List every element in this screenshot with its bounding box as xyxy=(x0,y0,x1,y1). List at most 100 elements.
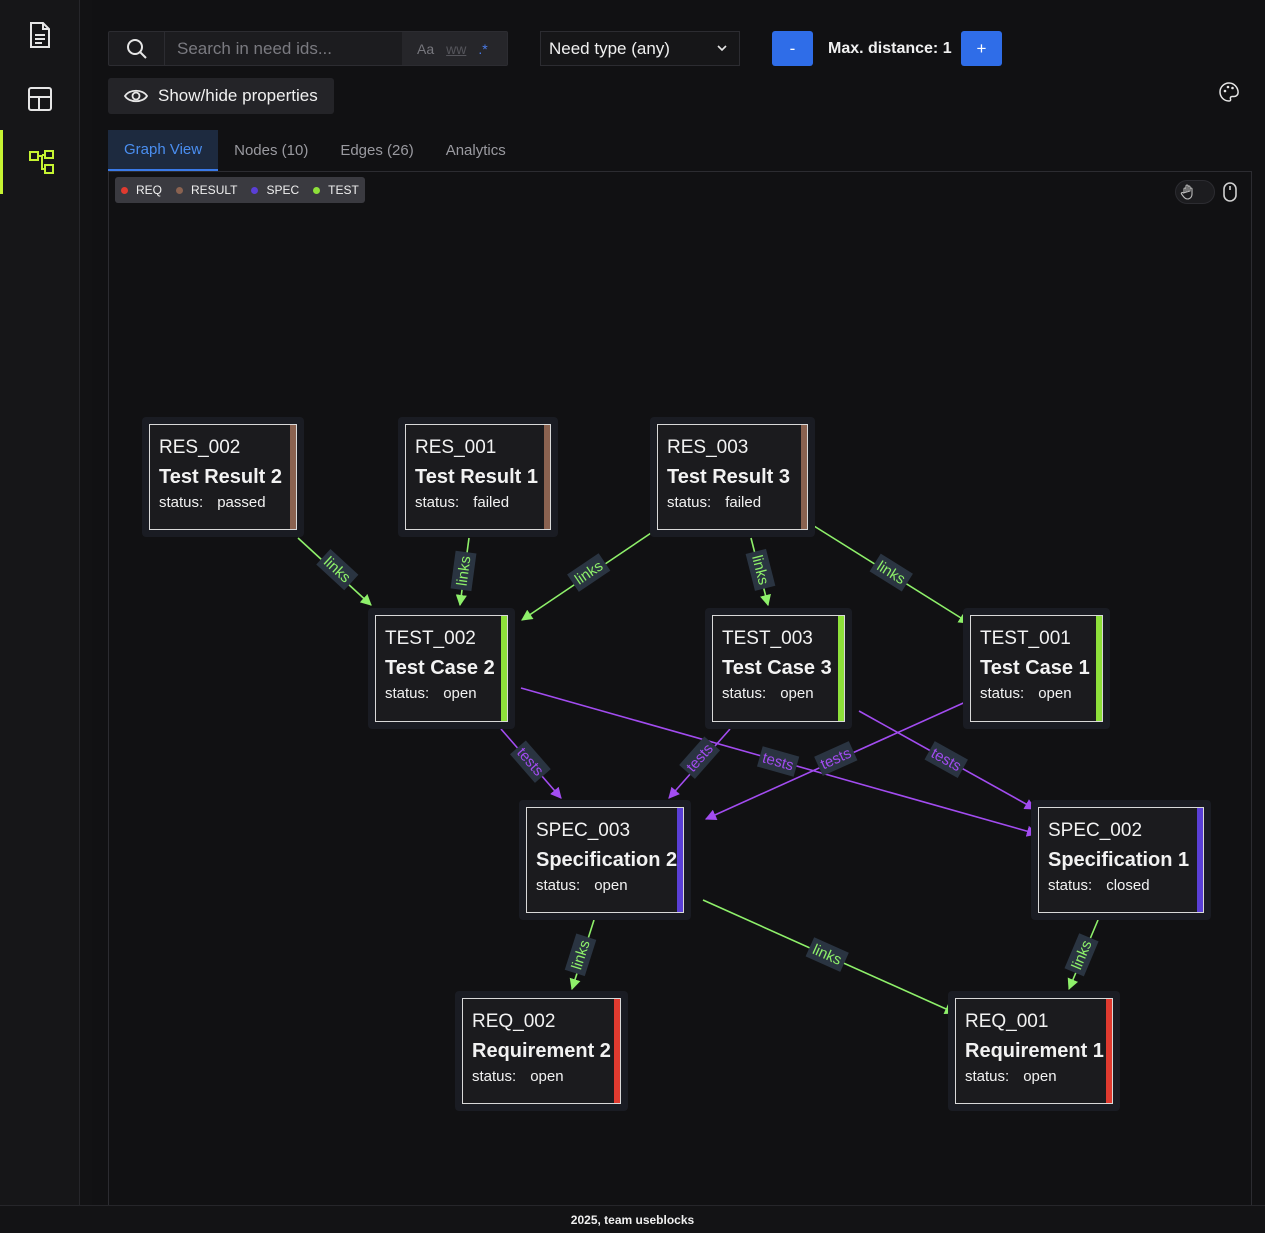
node-status-key: status: xyxy=(980,685,1025,702)
graph-view-button[interactable] xyxy=(0,130,80,194)
search-input[interactable] xyxy=(165,32,402,65)
node-id: RES_003 xyxy=(667,437,749,458)
node-status-key: status: xyxy=(722,685,767,702)
edge-label-text: links xyxy=(568,938,593,972)
document-view-button[interactable] xyxy=(0,3,80,67)
node-status: status: open xyxy=(472,1068,620,1086)
node-title: Test Case 2 xyxy=(385,657,495,679)
edge-label: links xyxy=(1064,933,1099,977)
match-case-toggle[interactable]: Aa xyxy=(417,41,434,57)
node-status: status: open xyxy=(965,1068,1112,1086)
node-status-value: failed xyxy=(473,494,510,511)
node-type-bar xyxy=(838,616,844,721)
need-type-select[interactable]: Need type (any) xyxy=(540,31,740,66)
max-distance-label: Max. distance: 1 xyxy=(828,40,952,58)
graph-node[interactable]: TEST_001 Test Case 1 status: open xyxy=(963,608,1110,729)
legend-dot xyxy=(251,186,259,194)
type-legend: REQ RESULT SPEC TEST xyxy=(115,177,365,203)
footer: 2025, team useblocks xyxy=(0,1205,1265,1233)
palette-icon xyxy=(1219,82,1239,102)
node-id: RES_001 xyxy=(415,437,497,458)
chevron-down-icon xyxy=(717,45,727,52)
node-id: REQ_001 xyxy=(965,1011,1049,1032)
node-status-value: open xyxy=(594,877,628,894)
node-title: Test Result 3 xyxy=(667,466,790,488)
node-status-key: status: xyxy=(1048,877,1093,894)
node-type-bar xyxy=(544,425,550,529)
tab-analytics[interactable]: Analytics xyxy=(430,130,522,171)
node-type-bar xyxy=(1096,616,1102,721)
node-status: status: open xyxy=(980,685,1102,703)
theme-palette-button[interactable] xyxy=(1219,82,1243,106)
show-hide-properties-button[interactable]: Show/hide properties xyxy=(108,78,334,114)
node-id: SPEC_002 xyxy=(1048,820,1143,841)
max-distance-text: Max. distance: xyxy=(828,40,939,57)
layout-icon xyxy=(28,87,52,111)
node-status: status: failed xyxy=(667,494,807,512)
eye-icon xyxy=(124,89,148,103)
node-status-value: open xyxy=(1023,1068,1057,1085)
node-status: status: open xyxy=(385,685,507,703)
layout-view-button[interactable] xyxy=(0,67,80,131)
search-options: Aa ww .* xyxy=(402,32,507,65)
tab-nodes[interactable]: Nodes (10) xyxy=(218,130,324,171)
graph-node[interactable]: RES_002 Test Result 2 status: passed xyxy=(142,417,304,537)
mouse-icon[interactable] xyxy=(1223,182,1237,202)
node-title: Test Result 2 xyxy=(159,466,282,488)
node-id: TEST_001 xyxy=(980,628,1071,649)
edge-label: links xyxy=(450,550,477,592)
node-status-key: status: xyxy=(159,494,204,511)
node-type-bar xyxy=(677,808,683,912)
graph-node[interactable]: SPEC_002 Specification 1 status: closed xyxy=(1031,800,1211,920)
max-distance-value: 1 xyxy=(942,40,952,57)
node-status-key: status: xyxy=(965,1068,1010,1085)
edge-label: tests xyxy=(924,741,968,778)
regex-toggle[interactable]: .* xyxy=(478,41,487,57)
graph-canvas[interactable]: links links links links links tests tests tests… xyxy=(108,171,1252,1205)
node-title: Requirement 1 xyxy=(965,1040,1104,1062)
whole-word-toggle[interactable]: ww xyxy=(446,41,466,57)
node-status-value: failed xyxy=(725,494,762,511)
legend-label: REQ xyxy=(136,183,163,197)
node-card: REQ_002 Requirement 2 status: open xyxy=(462,998,621,1104)
graph-node[interactable]: TEST_002 Test Case 2 status: open xyxy=(368,608,515,729)
node-status-key: status: xyxy=(472,1068,517,1085)
node-status-value: open xyxy=(443,685,477,702)
graph-node[interactable]: REQ_001 Requirement 1 status: open xyxy=(948,991,1120,1111)
decrease-distance-button[interactable]: - xyxy=(772,31,813,66)
graph-node[interactable]: RES_001 Test Result 1 status: failed xyxy=(398,417,558,537)
node-id: TEST_002 xyxy=(385,628,476,649)
tab-graph-view[interactable]: Graph View xyxy=(108,130,219,171)
graph-node[interactable]: SPEC_003 Specification 2 status: open xyxy=(519,800,691,920)
legend-item-spec: SPEC xyxy=(251,183,299,197)
tab-edges[interactable]: Edges (26) xyxy=(324,130,429,171)
node-status-key: status: xyxy=(536,877,581,894)
node-status: status: passed xyxy=(159,494,296,512)
node-type-bar xyxy=(801,425,807,529)
legend-item-result: RESULT xyxy=(176,183,237,197)
graph-node[interactable]: TEST_003 Test Case 3 status: open xyxy=(705,608,852,729)
node-id: TEST_003 xyxy=(722,628,813,649)
node-status: status: open xyxy=(722,685,844,703)
left-rail xyxy=(0,0,80,1205)
show-hide-properties-label: Show/hide properties xyxy=(158,86,318,105)
increase-distance-button[interactable]: + xyxy=(961,31,1002,66)
node-status: status: closed xyxy=(1048,877,1203,895)
node-status-key: status: xyxy=(415,494,460,511)
legend-dot xyxy=(176,186,184,194)
need-type-value: Need type (any) xyxy=(549,38,670,58)
node-status-value: open xyxy=(1038,685,1072,702)
panel-gutter xyxy=(80,0,92,1205)
search-button[interactable] xyxy=(109,32,165,65)
legend-label: SPEC xyxy=(266,183,300,197)
node-id: REQ_002 xyxy=(472,1011,556,1032)
node-card: TEST_001 Test Case 1 status: open xyxy=(970,615,1103,722)
legend-label: TEST xyxy=(328,183,359,197)
legend-dot xyxy=(313,186,321,194)
pan-mode-toggle[interactable] xyxy=(1175,180,1215,204)
node-title: Requirement 2 xyxy=(472,1040,611,1062)
node-status-value: open xyxy=(780,685,814,702)
node-status-key: status: xyxy=(667,494,712,511)
graph-node[interactable]: RES_003 Test Result 3 status: failed xyxy=(650,417,815,537)
graph-node[interactable]: REQ_002 Requirement 2 status: open xyxy=(455,991,628,1111)
